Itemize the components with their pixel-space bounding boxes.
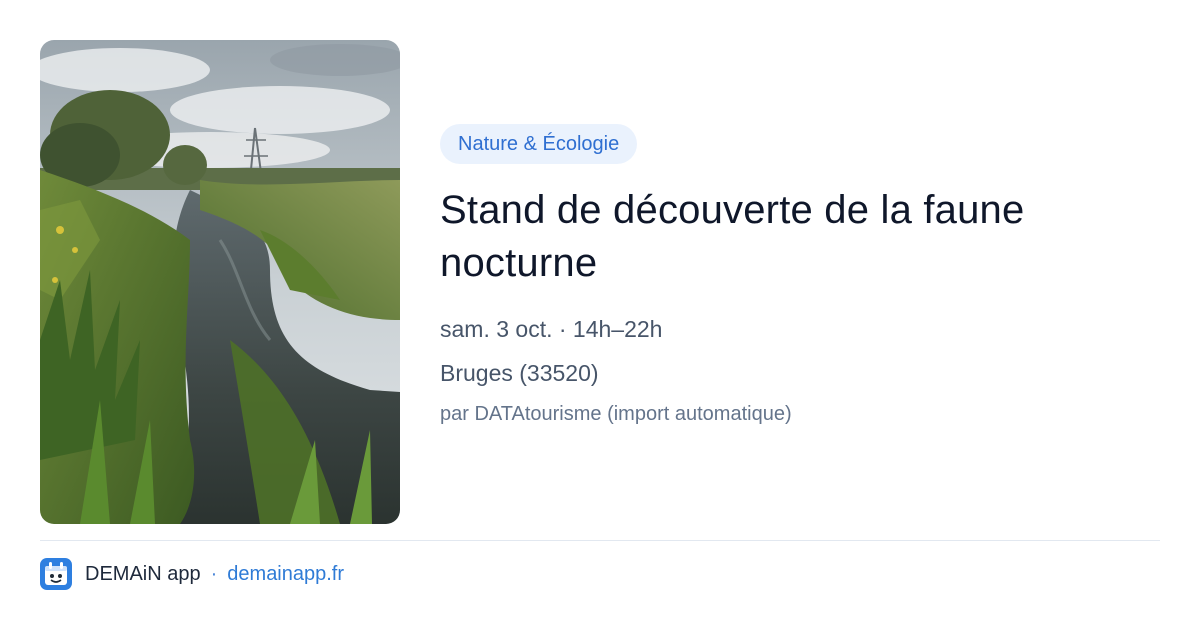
event-title: Stand de découverte de la faune nocturne <box>440 188 1025 285</box>
event-location: Bruges (33520) <box>440 360 599 386</box>
event-info: Nature & Écologie Stand de découverte de… <box>440 124 1160 428</box>
footer: DEMAiN app · demainapp.fr <box>40 558 344 590</box>
event-photo <box>40 40 400 524</box>
app-name: DEMAiN app <box>85 562 201 585</box>
event-datetime: sam. 3 oct. · 14h–22h <box>440 316 663 342</box>
app-website-link[interactable]: demainapp.fr <box>227 563 344 586</box>
footer-divider <box>40 540 1160 541</box>
footer-separator: · <box>210 562 218 585</box>
event-source: par DATAtourisme (import automatique) <box>440 403 792 425</box>
category-badge[interactable]: Nature & Écologie <box>440 124 638 164</box>
demain-app-logo-icon <box>40 558 72 590</box>
